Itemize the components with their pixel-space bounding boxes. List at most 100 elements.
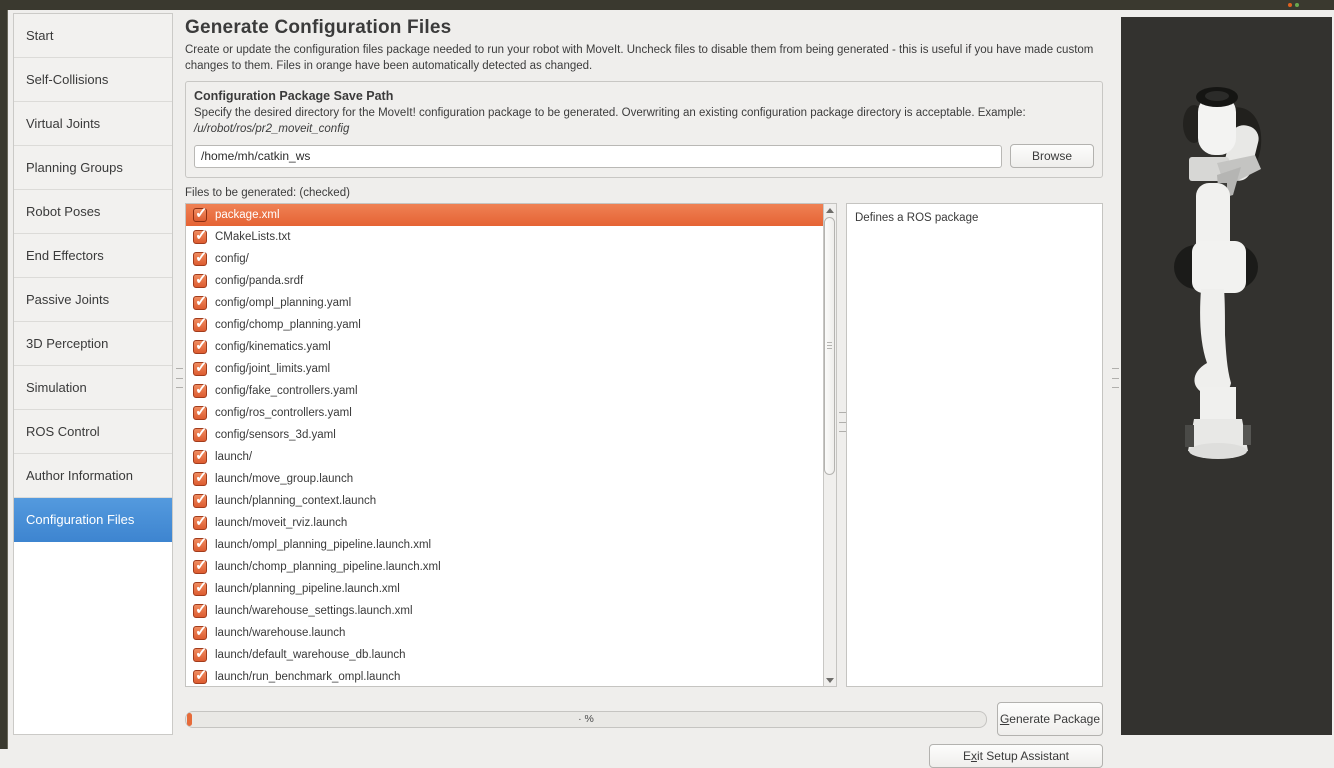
- sidebar-item[interactable]: Virtual Joints: [14, 102, 172, 146]
- indicator-dot-icon: [1295, 3, 1299, 7]
- desktop-top-bar: [0, 0, 1334, 10]
- file-row[interactable]: config/ompl_planning.yaml: [186, 292, 836, 314]
- file-name: launch/move_group.launch: [215, 473, 354, 486]
- robot-3d-render: [1174, 87, 1262, 459]
- file-row[interactable]: launch/ompl_planning_pipeline.launch.xml: [186, 534, 836, 556]
- checkbox-checked-icon[interactable]: [193, 644, 208, 663]
- file-row[interactable]: config/: [186, 248, 836, 270]
- file-row[interactable]: launch/: [186, 446, 836, 468]
- sidebar-item-label: Robot Poses: [26, 204, 101, 219]
- checkbox-checked-icon[interactable]: [193, 358, 208, 377]
- robot-3d-view[interactable]: [1121, 17, 1332, 735]
- checkbox-checked-icon[interactable]: [193, 446, 208, 465]
- file-name: launch/planning_context.launch: [215, 495, 377, 508]
- file-list-scrollbar[interactable]: [823, 204, 836, 687]
- file-row[interactable]: config/fake_controllers.yaml: [186, 380, 836, 402]
- exit-setup-assistant-label: Exit Setup Assistant: [962, 749, 1070, 764]
- sidebar-item[interactable]: Robot Poses: [14, 190, 172, 234]
- checkbox-checked-icon[interactable]: [193, 204, 208, 223]
- sidebar-item[interactable]: Start: [14, 14, 172, 58]
- checkbox-checked-icon[interactable]: [193, 622, 208, 641]
- file-row[interactable]: config/sensors_3d.yaml: [186, 424, 836, 446]
- generation-progress-bar: · %: [185, 710, 987, 728]
- browse-button-label: Browse: [1031, 149, 1072, 164]
- file-row[interactable]: launch/moveit_rviz.launch: [186, 512, 836, 534]
- file-name: launch/planning_pipeline.launch.xml: [215, 583, 400, 596]
- sidebar-item[interactable]: Configuration Files: [14, 498, 172, 542]
- file-row[interactable]: launch/chomp_planning_pipeline.launch.xm…: [186, 556, 836, 578]
- sidebar-item[interactable]: Author Information: [14, 454, 172, 498]
- browse-button[interactable]: Browse: [1010, 144, 1094, 169]
- generate-package-button[interactable]: Generate Package: [997, 702, 1103, 737]
- checkbox-checked-icon[interactable]: [193, 248, 208, 267]
- file-name: config/fake_controllers.yaml: [215, 385, 358, 398]
- splitter-handle[interactable]: [176, 368, 183, 388]
- file-info-text: Defines a ROS package: [855, 212, 979, 225]
- scrollbar-thumb[interactable]: [824, 217, 835, 476]
- sidebar-item[interactable]: End Effectors: [14, 234, 172, 278]
- file-row[interactable]: config/chomp_planning.yaml: [186, 314, 836, 336]
- save-path-input[interactable]: [194, 144, 1002, 168]
- checkbox-checked-icon[interactable]: [193, 666, 208, 685]
- checkbox-checked-icon[interactable]: [193, 292, 208, 311]
- file-row[interactable]: config/ros_controllers.yaml: [186, 402, 836, 424]
- scroll-down-icon[interactable]: [824, 674, 836, 686]
- checkbox-checked-icon[interactable]: [193, 380, 208, 399]
- checkbox-checked-icon[interactable]: [193, 424, 208, 443]
- checkbox-checked-icon[interactable]: [193, 270, 208, 289]
- sidebar-item[interactable]: ROS Control: [14, 410, 172, 454]
- sidebar-item[interactable]: Self-Collisions: [14, 58, 172, 102]
- file-row[interactable]: package.xml: [186, 204, 836, 227]
- file-row[interactable]: launch/warehouse_settings.launch.xml: [186, 600, 836, 622]
- file-row[interactable]: launch/run_benchmark_ompl.launch: [186, 666, 836, 686]
- checkbox-checked-icon[interactable]: [193, 578, 208, 597]
- file-name: config/chomp_planning.yaml: [215, 319, 361, 332]
- file-name: config/panda.srdf: [215, 275, 304, 288]
- file-row[interactable]: CMakeLists.txt: [186, 226, 836, 248]
- file-row[interactable]: config/kinematics.yaml: [186, 336, 836, 358]
- checkbox-checked-icon[interactable]: [193, 512, 208, 531]
- save-path-description: Specify the desired directory for the Mo…: [194, 107, 1026, 120]
- checkbox-checked-icon[interactable]: [193, 600, 208, 619]
- sidebar-item-label: Simulation: [26, 380, 87, 395]
- splitter-handle[interactable]: [1112, 368, 1119, 388]
- exit-setup-assistant-button[interactable]: Exit Setup Assistant: [929, 744, 1103, 768]
- sidebar-item[interactable]: Planning Groups: [14, 146, 172, 190]
- checkbox-checked-icon[interactable]: [193, 336, 208, 355]
- checkbox-checked-icon[interactable]: [193, 314, 208, 333]
- checkbox-checked-icon[interactable]: [193, 226, 208, 245]
- sidebar-item-label: Start: [26, 28, 54, 43]
- file-row[interactable]: launch/planning_pipeline.launch.xml: [186, 578, 836, 600]
- file-row[interactable]: config/panda.srdf: [186, 270, 836, 292]
- sidebar-item-label: Planning Groups: [26, 160, 123, 175]
- file-name: config/joint_limits.yaml: [215, 363, 331, 376]
- file-list-rows: package.xml CMakeLists.txt config/ confi…: [186, 204, 836, 686]
- sidebar-item-label: Self-Collisions: [26, 72, 109, 87]
- page-title: Generate Configuration Files: [185, 17, 452, 38]
- file-row[interactable]: launch/warehouse.launch: [186, 622, 836, 644]
- sidebar-item-label: Virtual Joints: [26, 116, 101, 131]
- footer-row: · % Generate Package: [185, 702, 1103, 737]
- checkbox-checked-icon[interactable]: [193, 556, 208, 575]
- configuration-files-screen: Generate Configuration Files Create or u…: [185, 10, 1103, 768]
- checkbox-checked-icon[interactable]: [193, 534, 208, 553]
- file-name: launch/moveit_rviz.launch: [215, 517, 348, 530]
- file-row[interactable]: launch/move_group.launch: [186, 468, 836, 490]
- file-name: launch/warehouse.launch: [215, 627, 346, 640]
- files-content-row: package.xml CMakeLists.txt config/ confi…: [185, 203, 1103, 688]
- checkbox-checked-icon[interactable]: [193, 468, 208, 487]
- sidebar-item[interactable]: Simulation: [14, 366, 172, 410]
- generate-package-label: Generate Package: [999, 712, 1101, 727]
- file-name: launch/warehouse_settings.launch.xml: [215, 605, 413, 618]
- file-row[interactable]: launch/planning_context.launch: [186, 490, 836, 512]
- checkbox-checked-icon[interactable]: [193, 402, 208, 421]
- checkbox-checked-icon[interactable]: [193, 490, 208, 509]
- path-row: Browse: [194, 144, 1094, 169]
- sidebar-item[interactable]: 3D Perception: [14, 322, 172, 366]
- scroll-up-icon[interactable]: [824, 204, 836, 216]
- file-name: launch/default_warehouse_db.launch: [215, 649, 406, 662]
- sidebar-item[interactable]: Passive Joints: [14, 278, 172, 322]
- file-row[interactable]: launch/default_warehouse_db.launch: [186, 644, 836, 666]
- file-row[interactable]: config/joint_limits.yaml: [186, 358, 836, 380]
- progress-percent-label: · %: [578, 712, 594, 725]
